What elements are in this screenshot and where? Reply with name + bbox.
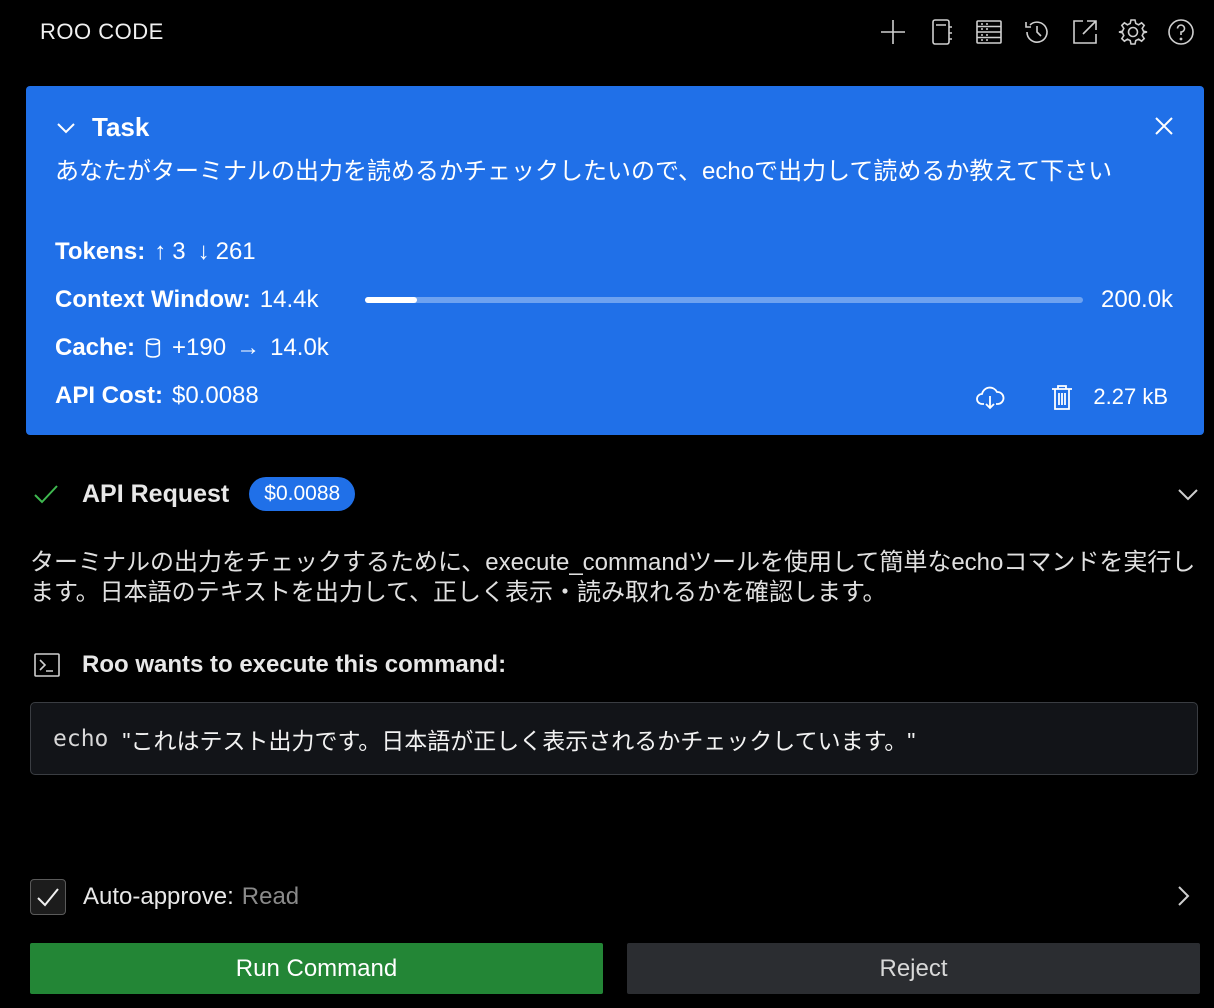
api-request-row[interactable]: API Request $0.0088 bbox=[32, 476, 1202, 512]
command-name: echo bbox=[53, 725, 109, 752]
reject-button[interactable]: Reject bbox=[627, 943, 1200, 994]
api-request-expand-button[interactable] bbox=[1174, 480, 1202, 508]
export-button[interactable] bbox=[975, 382, 1005, 412]
arrow-right-icon: → bbox=[236, 334, 261, 361]
auto-approve-checkbox[interactable] bbox=[30, 879, 66, 915]
close-icon bbox=[1155, 117, 1173, 135]
context-window-row: Context Window: 14.4k 200.0k bbox=[55, 286, 1185, 314]
server-icon bbox=[976, 20, 1002, 44]
context-label: Context Window: bbox=[55, 286, 251, 313]
assistant-message: ターミナルの出力をチェックするために、execute_commandツールを使用… bbox=[30, 549, 1196, 606]
tokens-down-value: 261 bbox=[215, 238, 256, 265]
auto-approve-label: Auto-approve: bbox=[83, 883, 234, 910]
cache-writes-value: +190 bbox=[172, 334, 227, 361]
arrow-up-icon: ↑ bbox=[154, 238, 167, 265]
task-actions: 2.27 kB bbox=[975, 382, 1168, 412]
checkmark-icon bbox=[37, 888, 59, 907]
cache-label: Cache: bbox=[55, 334, 136, 361]
arrow-down-icon: ↓ bbox=[197, 238, 210, 265]
mcp-servers-button[interactable] bbox=[968, 12, 1010, 52]
context-max-value: 200.0k bbox=[1101, 286, 1174, 313]
delete-task-button[interactable] bbox=[1047, 382, 1077, 412]
close-task-button[interactable] bbox=[1150, 112, 1178, 140]
cache-row: Cache: +190 → 14.0k bbox=[55, 334, 329, 362]
terminal-icon bbox=[34, 653, 60, 677]
settings-button[interactable] bbox=[1112, 12, 1154, 52]
history-button[interactable] bbox=[1016, 12, 1058, 52]
api-cost-row: API Cost: $0.0088 bbox=[55, 382, 259, 410]
history-icon bbox=[1025, 21, 1048, 43]
api-request-label: API Request bbox=[82, 479, 230, 508]
command-heading-text: Roo wants to execute this command: bbox=[82, 651, 507, 678]
tokens-row: Tokens: ↑ 3 ↓ 261 bbox=[55, 238, 256, 266]
task-size: 2.27 kB bbox=[1093, 384, 1168, 409]
cloud-download-icon bbox=[976, 386, 1005, 410]
new-task-button[interactable] bbox=[872, 12, 914, 52]
plus-icon bbox=[881, 20, 905, 44]
cache-reads-value: 14.0k bbox=[270, 334, 329, 361]
task-title: Task bbox=[92, 112, 150, 142]
task-text: あなたがターミナルの出力を読めるかチェックしたいので、echoで出力して読めるか… bbox=[55, 158, 1113, 185]
api-cost-value: $0.0088 bbox=[172, 382, 259, 409]
help-icon bbox=[1168, 19, 1194, 45]
tokens-label: Tokens: bbox=[55, 238, 146, 265]
header: ROO CODE bbox=[0, 0, 1214, 64]
task-collapse-toggle[interactable]: Task bbox=[54, 112, 149, 143]
popout-button[interactable] bbox=[1064, 12, 1106, 52]
context-progress-bar bbox=[365, 297, 1083, 303]
auto-approve-value: Read bbox=[241, 883, 300, 910]
command-box[interactable]: echo "これはテスト出力です。日本語が正しく表示されるかチェックしています。… bbox=[30, 702, 1198, 775]
gear-icon bbox=[1118, 19, 1148, 45]
context-progress-fill bbox=[365, 297, 417, 303]
notebook-icon bbox=[932, 19, 952, 45]
tokens-up-value: 3 bbox=[172, 238, 186, 265]
command-argument: "これはテスト出力です。日本語が正しく表示されるかチェックしています。" bbox=[122, 727, 916, 754]
check-icon bbox=[34, 485, 58, 504]
trash-icon bbox=[1052, 385, 1073, 410]
app-title: ROO CODE bbox=[40, 19, 164, 44]
api-cost-label: API Cost: bbox=[55, 382, 163, 409]
toolbar bbox=[872, 12, 1202, 52]
run-command-button[interactable]: Run Command bbox=[30, 943, 603, 994]
api-request-cost-badge: $0.0088 bbox=[249, 477, 356, 511]
help-button[interactable] bbox=[1160, 12, 1202, 52]
auto-approve-row[interactable]: Auto-approve: Read bbox=[30, 878, 1200, 916]
prompts-button[interactable] bbox=[920, 12, 962, 52]
command-heading: Roo wants to execute this command: bbox=[32, 650, 506, 680]
chevron-down-icon bbox=[1178, 489, 1198, 501]
chevron-right-icon bbox=[1170, 883, 1196, 909]
context-used-value: 14.4k bbox=[259, 286, 319, 313]
chevron-down-icon bbox=[57, 122, 75, 133]
task-card: Task あなたがターミナルの出力を読めるかチェックしたいので、echoで出力し… bbox=[26, 86, 1204, 435]
external-link-icon bbox=[1073, 20, 1097, 44]
database-icon bbox=[145, 338, 161, 358]
